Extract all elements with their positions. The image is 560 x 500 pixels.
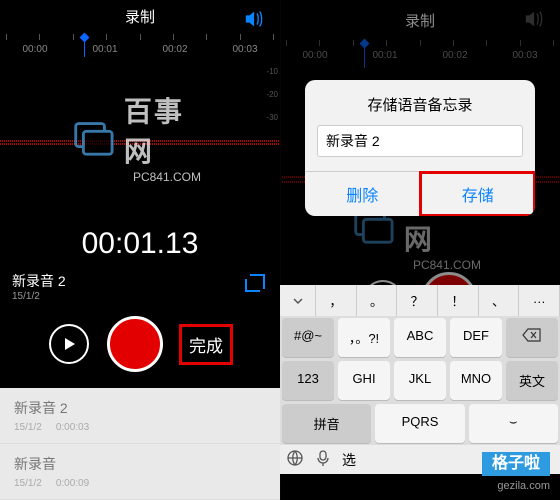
trim-icon[interactable] xyxy=(242,271,268,302)
key[interactable]: PQRS xyxy=(375,404,464,443)
elapsed-time: 00:01.13 xyxy=(0,217,280,267)
keyboard-suggest-row: ， 。 ？ ！ 、 … xyxy=(280,285,560,316)
header: 录制 xyxy=(0,0,280,34)
key-numbers[interactable]: 123 xyxy=(282,361,334,400)
recording-name: 新录音 2 xyxy=(12,271,242,291)
save-dialog: 存储语音备忘录 新录音 2 删除 存储 xyxy=(305,80,535,216)
list-item[interactable]: 新录音 15/1/20:00:09 xyxy=(0,444,280,500)
dialog-title: 存储语音备忘录 xyxy=(305,80,535,125)
key[interactable]: GHI xyxy=(338,361,390,400)
watermark: 百事网 PC841.COM xyxy=(70,90,210,184)
delete-button[interactable]: 删除 xyxy=(305,172,420,216)
recording-name-input[interactable]: 新录音 2 xyxy=(317,125,523,157)
time-ruler: 00:00 00:01 00:02 00:03 xyxy=(0,34,280,57)
key[interactable]: ，。?! xyxy=(338,318,390,357)
corner-watermark-right: 格子啦 gezila.com xyxy=(472,450,560,498)
done-button[interactable]: 完成 xyxy=(181,326,231,363)
keyboard: ， 。 ？ ！ 、 … #@~ ，。?! ABC DEF 123 GHI JKL… xyxy=(280,285,560,474)
suggest-key[interactable]: … xyxy=(519,285,560,316)
key[interactable]: MNO xyxy=(450,361,502,400)
key-pinyin[interactable]: 拼音 xyxy=(282,404,371,443)
key-symbols[interactable]: #@~ xyxy=(282,318,334,357)
recording-date: 15/1/2 xyxy=(12,291,242,302)
speaker-icon[interactable] xyxy=(244,10,266,28)
backspace-key[interactable] xyxy=(506,318,558,357)
suggest-key[interactable]: ！ xyxy=(438,285,479,316)
controls: 完成 xyxy=(0,306,280,388)
left-pane: 录制 00:00 00:01 00:02 00:03 -10-20-30 百事网… xyxy=(0,0,280,500)
right-pane: 录制 00:0000:0100:0200:03 百事网 PC841.COM 存储… xyxy=(280,0,560,500)
key[interactable]: ABC xyxy=(394,318,446,357)
key[interactable]: JKL xyxy=(394,361,446,400)
keyboard-expand-icon[interactable] xyxy=(280,285,316,316)
key[interactable]: DEF xyxy=(450,318,502,357)
suggest-key[interactable]: ， xyxy=(316,285,357,316)
waveform-area: -10-20-30 百事网 PC841.COM xyxy=(0,57,280,217)
save-button[interactable]: 存储 xyxy=(420,172,536,216)
suggest-key[interactable]: 、 xyxy=(479,285,520,316)
suggest-key[interactable]: 。 xyxy=(357,285,398,316)
current-recording-row: 新录音 2 15/1/2 xyxy=(0,267,280,306)
header-title: 录制 xyxy=(125,6,155,27)
mic-icon[interactable] xyxy=(314,449,332,470)
suggest-key[interactable]: ？ xyxy=(397,285,438,316)
key-lang[interactable]: 英文 xyxy=(506,361,558,400)
list-item[interactable]: 新录音 2 15/1/20:00:03 xyxy=(0,388,280,444)
globe-icon[interactable] xyxy=(286,449,304,470)
record-button[interactable] xyxy=(107,316,163,372)
recording-list: 新录音 2 15/1/20:00:03 新录音 15/1/20:00:09 xyxy=(0,388,280,500)
key[interactable]: ⌣ xyxy=(469,404,558,443)
play-button[interactable] xyxy=(49,324,89,364)
